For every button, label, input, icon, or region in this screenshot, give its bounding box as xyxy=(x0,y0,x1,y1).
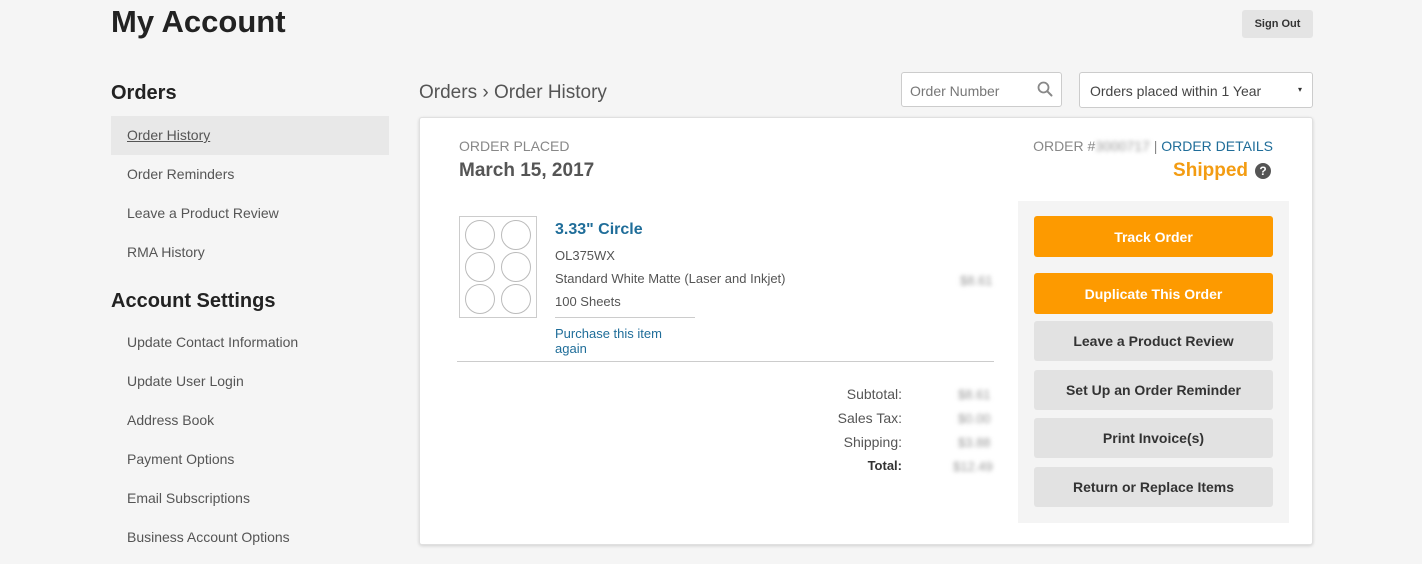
settings-nav: Update Contact Information Update User L… xyxy=(111,323,389,557)
leave-review-button[interactable]: Leave a Product Review xyxy=(1034,321,1273,361)
sidebar-item-label: Email Subscriptions xyxy=(127,490,250,506)
order-number-value: 3000717 xyxy=(1095,138,1150,154)
sidebar-item-label: Leave a Product Review xyxy=(127,205,279,221)
sales-tax-label: Sales Tax: xyxy=(837,410,902,426)
breadcrumb-separator: › xyxy=(482,82,489,103)
sidebar-item-update-contact[interactable]: Update Contact Information xyxy=(111,323,389,362)
filter-selected-value: Orders placed within 1 Year xyxy=(1090,83,1262,99)
product-material: Standard White Matte (Laser and Inkjet) xyxy=(555,271,786,286)
order-number-separator: | xyxy=(1153,138,1158,154)
order-reminder-button[interactable]: Set Up an Order Reminder xyxy=(1034,370,1273,410)
sidebar-item-rma-history[interactable]: RMA History xyxy=(111,233,389,272)
sidebar-item-label: Order History xyxy=(127,127,211,143)
order-card: ORDER PLACED March 15, 2017 ORDER #30007… xyxy=(419,117,1313,545)
sidebar-item-order-reminders[interactable]: Order Reminders xyxy=(111,155,389,194)
product-sku: OL375WX xyxy=(555,248,615,263)
sidebar-item-label: Order Reminders xyxy=(127,166,235,182)
order-number-input[interactable] xyxy=(902,73,1040,108)
status-badge: Shipped xyxy=(1173,160,1248,181)
order-status: Shipped ? xyxy=(1173,160,1271,182)
product-quantity: 100 Sheets xyxy=(555,294,621,309)
search-icon[interactable] xyxy=(1037,81,1053,97)
order-placed-date: March 15, 2017 xyxy=(459,160,595,181)
help-icon[interactable]: ? xyxy=(1255,163,1271,179)
sidebar-item-payment-options[interactable]: Payment Options xyxy=(111,440,389,479)
total-value: $12.49 xyxy=(953,459,993,474)
breadcrumb-root[interactable]: Orders xyxy=(419,82,477,103)
order-actions-panel: Track Order Duplicate This Order Leave a… xyxy=(1018,201,1289,523)
divider xyxy=(457,361,994,362)
sidebar-item-email-subscriptions[interactable]: Email Subscriptions xyxy=(111,479,389,518)
subtotal-value: $8.61 xyxy=(958,387,991,402)
order-details-link[interactable]: ORDER DETAILS xyxy=(1161,138,1273,154)
order-search xyxy=(901,72,1062,108)
order-number-line: ORDER #3000717 | ORDER DETAILS xyxy=(1033,138,1273,154)
sidebar-item-label: Update User Login xyxy=(127,373,244,389)
sidebar-item-label: Address Book xyxy=(127,412,215,428)
sidebar-item-label: Business Account Options xyxy=(127,529,290,545)
sidebar-item-business-account[interactable]: Business Account Options xyxy=(111,518,389,557)
purchase-again-link[interactable]: Purchase this item again xyxy=(555,317,695,356)
product-name-link[interactable]: 3.33" Circle xyxy=(555,221,643,239)
label-circle xyxy=(465,252,495,282)
duplicate-order-button[interactable]: Duplicate This Order xyxy=(1034,273,1273,314)
subtotal-label: Subtotal: xyxy=(846,386,902,402)
label-circle xyxy=(501,220,531,250)
label-circle xyxy=(465,220,495,250)
sign-out-button[interactable]: Sign Out xyxy=(1242,10,1313,38)
shipping-label: Shipping: xyxy=(843,434,902,450)
label-circle xyxy=(501,252,531,282)
order-date-filter-select[interactable]: Orders placed within 1 Year ▾ xyxy=(1079,72,1313,108)
sidebar-item-order-history[interactable]: Order History xyxy=(111,116,389,155)
sales-tax-value: $0.00 xyxy=(958,411,991,426)
account-settings-heading: Account Settings xyxy=(111,290,276,312)
chevron-down-icon: ▾ xyxy=(1297,85,1302,94)
label-circle xyxy=(501,284,531,314)
page-title: My Account xyxy=(111,4,286,39)
sidebar-item-label: RMA History xyxy=(127,244,205,260)
breadcrumb-current: Order History xyxy=(493,82,607,103)
shipping-value: $3.88 xyxy=(958,435,991,450)
breadcrumb: Orders › Order History xyxy=(419,82,607,104)
label-circle xyxy=(465,284,495,314)
sidebar-item-label: Payment Options xyxy=(127,451,235,467)
orders-heading: Orders xyxy=(111,82,177,104)
total-label: Total: xyxy=(867,458,902,473)
item-price: $8.61 xyxy=(960,273,993,288)
product-thumbnail[interactable] xyxy=(459,216,537,318)
order-placed-label: ORDER PLACED xyxy=(459,138,570,154)
sidebar-item-address-book[interactable]: Address Book xyxy=(111,401,389,440)
sidebar-item-update-login[interactable]: Update User Login xyxy=(111,362,389,401)
order-number-prefix: ORDER # xyxy=(1033,138,1096,154)
orders-nav: Order History Order Reminders Leave a Pr… xyxy=(111,116,389,272)
return-replace-button[interactable]: Return or Replace Items xyxy=(1034,467,1273,507)
track-order-button[interactable]: Track Order xyxy=(1034,216,1273,257)
sidebar-item-leave-review[interactable]: Leave a Product Review xyxy=(111,194,389,233)
sidebar-item-label: Update Contact Information xyxy=(127,334,299,350)
print-invoice-button[interactable]: Print Invoice(s) xyxy=(1034,418,1273,458)
